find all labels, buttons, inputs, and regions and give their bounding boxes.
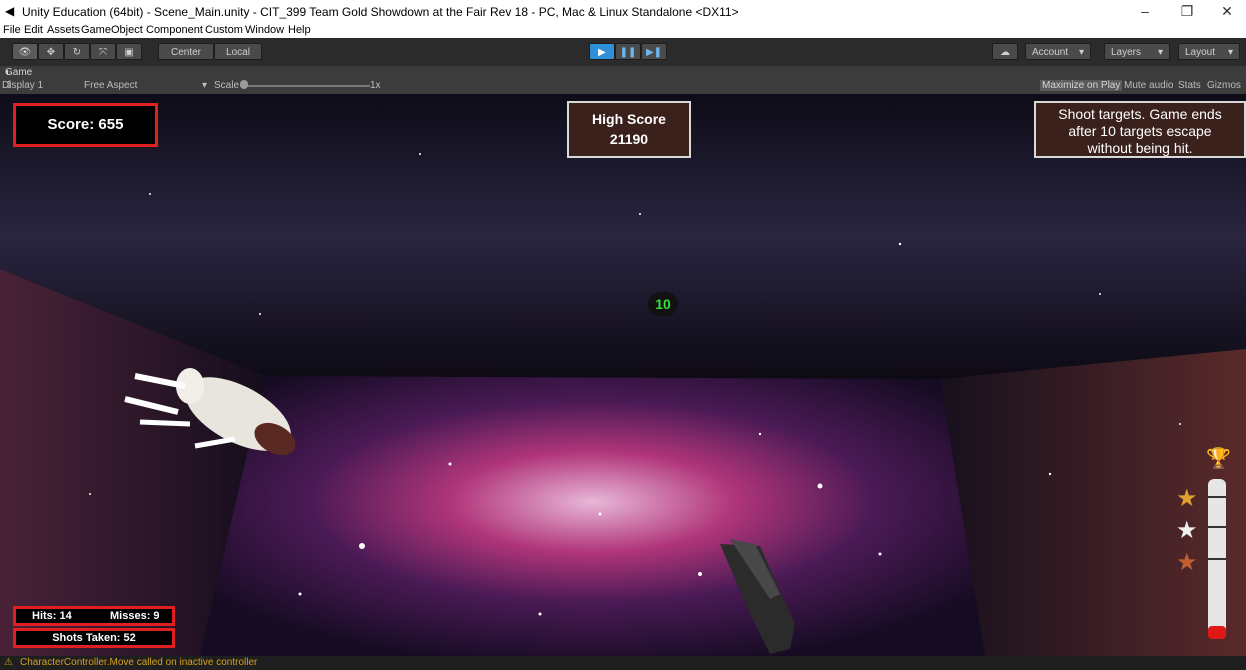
- menu-assets[interactable]: Assets: [47, 24, 80, 36]
- pivot-toggle[interactable]: Center: [158, 43, 214, 60]
- high-score-value: 21190: [609, 131, 649, 147]
- scale-icon: ⤧: [99, 47, 107, 58]
- high-score-label: High Score: [592, 111, 666, 127]
- silver-star-icon: ★: [1176, 517, 1198, 544]
- menu-window[interactable]: Window: [245, 24, 284, 36]
- warning-icon: ⚠: [4, 657, 13, 668]
- misses-count: Misses: 9: [110, 610, 160, 622]
- stats-toggle[interactable]: Stats: [1178, 80, 1201, 91]
- scale-tool-button[interactable]: ⤧: [90, 43, 116, 60]
- pause-icon: ❚❚: [619, 47, 637, 58]
- bronze-star-icon: ★: [1176, 549, 1198, 576]
- layers-dropdown[interactable]: Layers ▾: [1104, 43, 1170, 60]
- game-viewport[interactable]: 🏆 ★ ★ ★ Score: 655 High Score 21190 Shoo…: [0, 94, 1246, 656]
- dropdown-arrow-icon: ▾: [1157, 47, 1163, 58]
- close-button[interactable]: ✕: [1212, 3, 1242, 21]
- instructions-line-3: without being hit.: [1087, 140, 1193, 156]
- dropdown-arrow-icon: ▾: [202, 80, 208, 91]
- menu-custom[interactable]: Custom: [205, 24, 243, 36]
- pause-button[interactable]: ❚❚: [615, 43, 641, 60]
- local-label: Local: [226, 47, 250, 58]
- menu-gameobject[interactable]: GameObject: [81, 24, 143, 36]
- instructions-line-1: Shoot targets. Game ends: [1058, 106, 1222, 122]
- shots-taken-display: Shots Taken: 52: [13, 628, 175, 648]
- instructions-panel: Shoot targets. Game ends after 10 target…: [1034, 101, 1246, 158]
- space-room-scene: [0, 94, 1246, 656]
- scale-slider[interactable]: [240, 85, 370, 87]
- hits-count: Hits: 14: [32, 610, 72, 622]
- game-view-header: ◐ Game Display 1 ⇕ Free Aspect ▾ Scale 1…: [0, 66, 1246, 94]
- window-title: Unity Education (64bit) - Scene_Main.uni…: [22, 5, 739, 19]
- step-button[interactable]: ▶❚: [641, 43, 667, 60]
- layers-label: Layers: [1111, 47, 1142, 58]
- rect-icon: ▣: [124, 47, 134, 58]
- menu-file[interactable]: File: [3, 24, 21, 36]
- move-icon: ✥: [46, 47, 56, 58]
- gizmos-dropdown[interactable]: Gizmos: [1207, 80, 1241, 91]
- rotate-tool-button[interactable]: ↻: [64, 43, 90, 60]
- console-status-bar[interactable]: ⚠ CharacterController.Move called on ina…: [0, 656, 1246, 670]
- cloud-button[interactable]: ☁: [992, 43, 1018, 60]
- gold-star-icon: ★: [1176, 485, 1198, 512]
- menu-help[interactable]: Help: [288, 24, 311, 36]
- score-display: Score: 655: [13, 103, 158, 147]
- space-toggle[interactable]: Local: [214, 43, 262, 60]
- menu-edit[interactable]: Edit: [24, 24, 43, 36]
- rect-tool-button[interactable]: ▣: [116, 43, 142, 60]
- play-icon: ▶: [598, 47, 606, 58]
- dropdown-arrow-icon: ▾: [1227, 47, 1233, 58]
- center-label: Center: [170, 47, 201, 58]
- countdown-display: 10: [648, 292, 678, 316]
- hits-misses-display: Hits: 14 Misses: 9: [13, 606, 175, 626]
- power-meter: [1208, 479, 1226, 639]
- window-title-bar: ◀ Unity Education (64bit) - Scene_Main.u…: [0, 0, 1246, 24]
- scale-value: 1x: [370, 80, 381, 91]
- rotate-icon: ↻: [72, 47, 82, 58]
- aspect-label: Free Aspect: [84, 80, 138, 91]
- cloud-icon: ☁: [1000, 47, 1010, 58]
- maximize-on-play-toggle[interactable]: Maximize on Play: [1040, 80, 1123, 91]
- menu-component[interactable]: Component: [146, 24, 203, 36]
- play-button[interactable]: ▶: [589, 43, 615, 60]
- mute-audio-toggle[interactable]: Mute audio: [1124, 80, 1173, 91]
- move-tool-button[interactable]: ✥: [38, 43, 64, 60]
- instructions-line-2: after 10 targets escape: [1068, 123, 1212, 139]
- main-toolbar: 👁 ✥ ↻ ⤧ ▣ Center Local ▶ ❚❚ ▶❚ ☁ Account…: [0, 38, 1246, 66]
- minimize-button[interactable]: –: [1130, 3, 1160, 21]
- trophy-icon: 🏆: [1206, 448, 1231, 470]
- view-tool-button[interactable]: 👁: [12, 43, 38, 60]
- eye-icon: 👁: [18, 47, 32, 58]
- high-score-panel: High Score 21190: [567, 101, 691, 158]
- layout-dropdown[interactable]: Layout ▾: [1178, 43, 1240, 60]
- dropdown-arrow-icon: ▾: [1078, 47, 1084, 58]
- dropdown-arrow-icon: ⇕: [2, 80, 14, 91]
- scale-slider-handle[interactable]: [240, 80, 248, 89]
- layout-label: Layout: [1185, 47, 1216, 58]
- account-label: Account: [1032, 47, 1069, 58]
- account-dropdown[interactable]: Account ▾: [1025, 43, 1091, 60]
- step-icon: ▶❚: [645, 47, 663, 58]
- status-message: CharacterController.Move called on inact…: [20, 657, 258, 668]
- unity-logo-icon: ◀: [5, 4, 15, 18]
- menu-bar: File Edit Assets GameObject Component Cu…: [0, 24, 1246, 38]
- game-tab-label: Game: [5, 67, 33, 78]
- scale-label: Scale: [214, 80, 240, 91]
- maximize-button[interactable]: ❐: [1172, 3, 1202, 21]
